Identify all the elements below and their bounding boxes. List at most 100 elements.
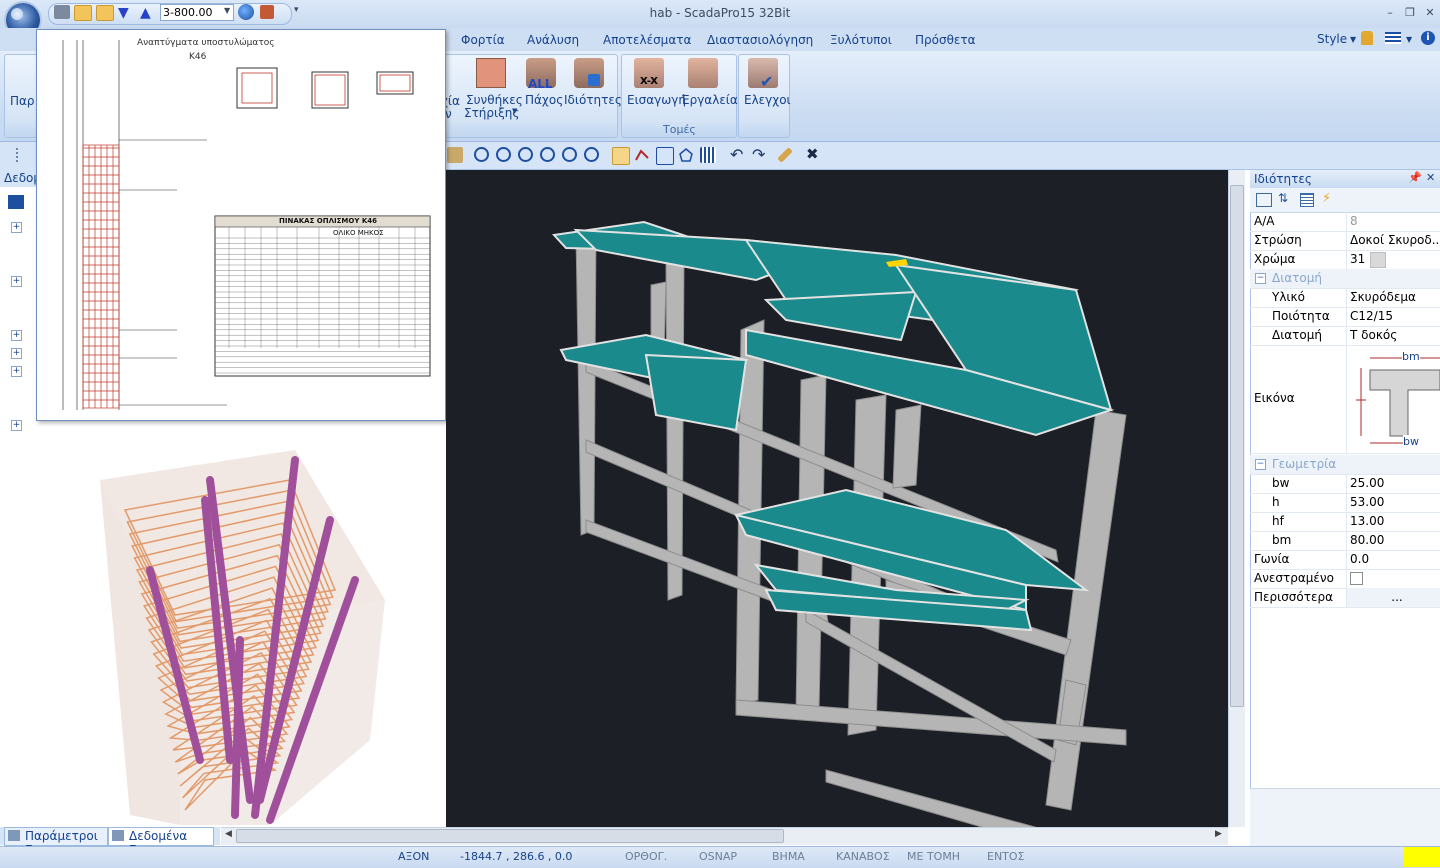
property-value[interactable]: 25.00 [1346,474,1440,493]
minimize-button[interactable]: – [1380,6,1400,20]
status-osnap[interactable]: OSNAP [699,850,737,863]
property-row[interactable]: bw 25.00 [1250,474,1440,494]
status-inside[interactable]: ΕΝΤΟΣ [987,850,1025,863]
property-value[interactable]: 13.00 [1346,512,1440,531]
inverted-checkbox[interactable] [1350,572,1363,585]
zoom-previous-icon[interactable] [584,147,599,162]
property-value[interactable]: 0.0 [1346,550,1440,569]
lock-icon[interactable] [1361,31,1373,45]
property-value[interactable]: 80.00 [1346,531,1440,550]
zoom-window-icon[interactable] [474,147,489,162]
scroll-right-icon[interactable]: ▶ [1215,829,1222,839]
property-row[interactable]: Γωνία 0.0 [1250,550,1440,570]
maximize-button[interactable]: ❐ [1400,6,1420,20]
redo-icon[interactable]: ↷ [752,145,765,164]
status-grid[interactable]: ΚΑΝΑΒΟΣ [836,850,890,863]
undo-icon[interactable]: ↶ [730,145,743,164]
snap-icon[interactable] [634,147,650,163]
globe-icon[interactable] [238,4,254,20]
checks-button[interactable]: Ελεγχοι [744,93,791,107]
property-value[interactable]: 31 [1346,250,1440,269]
zoom-extents-icon[interactable] [518,147,533,162]
property-row[interactable]: bm 80.00 [1250,531,1440,551]
tab-results[interactable]: Αποτελέσματα [603,33,691,47]
properties-button[interactable]: Ιδιότητες [564,93,622,107]
partial-button-label[interactable]: Παρ [10,94,35,108]
polygon-icon[interactable] [678,147,694,163]
check-box-icon[interactable] [656,147,674,165]
level-down-icon[interactable]: ▼ [118,5,129,21]
tab-addons[interactable]: Πρόσθετα [915,33,976,47]
property-row[interactable]: Α/Α 8 [1250,212,1440,232]
zoom-plus-icon[interactable] [540,147,555,162]
close-button[interactable]: ✕ [1420,6,1440,20]
property-value[interactable]: Δοκοί Σκυροδ... [1346,231,1440,250]
level-select[interactable]: 3-800.00 [160,4,234,21]
property-value[interactable]: Σκυρόδεμα [1346,288,1440,307]
info-icon[interactable]: i [1421,31,1435,45]
settings-icon[interactable] [260,5,274,19]
property-row[interactable]: Ανεστραμένο [1250,569,1440,589]
tab-design[interactable]: Διαστασιολόγηση [707,33,813,47]
insert-section-button[interactable]: Εισαγωγή [627,93,686,107]
tab-formwork[interactable]: Ξυλότυποι [830,33,892,47]
supports-button-label-1[interactable]: Συνθήκες [466,93,523,107]
category-row-geometry[interactable]: − Γεωμετρία [1250,455,1440,475]
style-menu[interactable]: Style [1317,32,1347,46]
level-dropdown-icon[interactable]: ▼ [224,6,230,15]
tab-parameters[interactable]: Παράμετροι Ε... [4,827,108,857]
level-up-icon[interactable]: ▲ [140,5,151,21]
tab-project-data[interactable]: Δεδομένα Εργ... [108,827,214,857]
collapse-icon[interactable]: − [1255,273,1266,284]
property-value[interactable]: C12/15 [1346,307,1440,326]
tree-expand-icon[interactable]: + [11,348,22,359]
pencil-icon[interactable] [447,147,463,163]
property-row[interactable]: Διατομή T δοκός [1250,326,1440,346]
select-check-icon[interactable] [612,147,630,165]
view-eye-icon[interactable] [96,5,114,21]
property-value[interactable]: T δοκός [1346,326,1440,345]
language-dropdown-icon[interactable]: ▼ [1406,35,1412,44]
tab-loads[interactable]: Φορτία [461,33,505,47]
qat-customize-icon[interactable]: ▾ [294,5,299,15]
scroll-left-icon[interactable]: ◀ [225,829,232,839]
property-row[interactable]: Στρώση Δοκοί Σκυροδ... [1250,231,1440,251]
more-button[interactable]: ... [1346,588,1440,607]
status-step[interactable]: ΒΗΜΑ [772,850,805,863]
events-icon[interactable]: ⚡ [1322,191,1331,206]
property-row[interactable]: hf 13.00 [1250,512,1440,532]
style-dropdown-icon[interactable]: ▼ [1350,35,1356,44]
tree-expand-icon[interactable]: + [11,276,22,287]
property-row[interactable]: Περισσότερα... [1250,588,1440,608]
property-value[interactable]: 53.00 [1346,493,1440,512]
thickness-button[interactable]: Πάχος [525,93,563,107]
supports-dropdown-icon[interactable]: ▼ [512,107,517,115]
collapse-icon[interactable]: − [1255,459,1266,470]
tree-toolbar-icon[interactable] [8,195,24,209]
tree-expand-icon[interactable]: + [11,366,22,377]
status-ortho[interactable]: ΟΡΘΟΓ. [625,850,667,863]
category-row-section[interactable]: − Διατομή [1250,269,1440,289]
3d-viewport[interactable] [446,170,1228,846]
horizontal-scrollbar-thumb[interactable] [236,829,784,843]
panel-close-icon[interactable]: ✕ [1426,171,1435,184]
tree-expand-icon[interactable]: + [11,330,22,341]
property-row[interactable]: Υλικό Σκυρόδεμα [1250,288,1440,308]
supports-icon[interactable] [476,58,506,88]
status-section[interactable]: ΜΕ ΤΟΜΗ [907,850,960,863]
pin-icon[interactable]: 📌 [1408,171,1422,184]
grid-icon[interactable] [700,147,716,163]
delete-icon[interactable]: ✖ [806,145,819,163]
property-row[interactable]: Ποιότητα C12/15 [1250,307,1440,327]
tab-analysis[interactable]: Ανάλυση [527,33,579,47]
print-icon[interactable] [54,5,70,19]
vertical-scrollbar-thumb[interactable] [1230,185,1244,707]
section-tools-icon[interactable] [688,58,718,88]
color-swatch[interactable] [1370,252,1386,268]
categorized-icon[interactable] [1256,193,1272,207]
property-pages-icon[interactable] [1300,193,1314,207]
property-row[interactable]: Χρώμα 31 [1250,250,1440,270]
section-tools-button[interactable]: Εργαλεία [682,93,738,107]
zoom-out-icon[interactable] [562,147,577,162]
zoom-in-icon[interactable] [496,147,511,162]
